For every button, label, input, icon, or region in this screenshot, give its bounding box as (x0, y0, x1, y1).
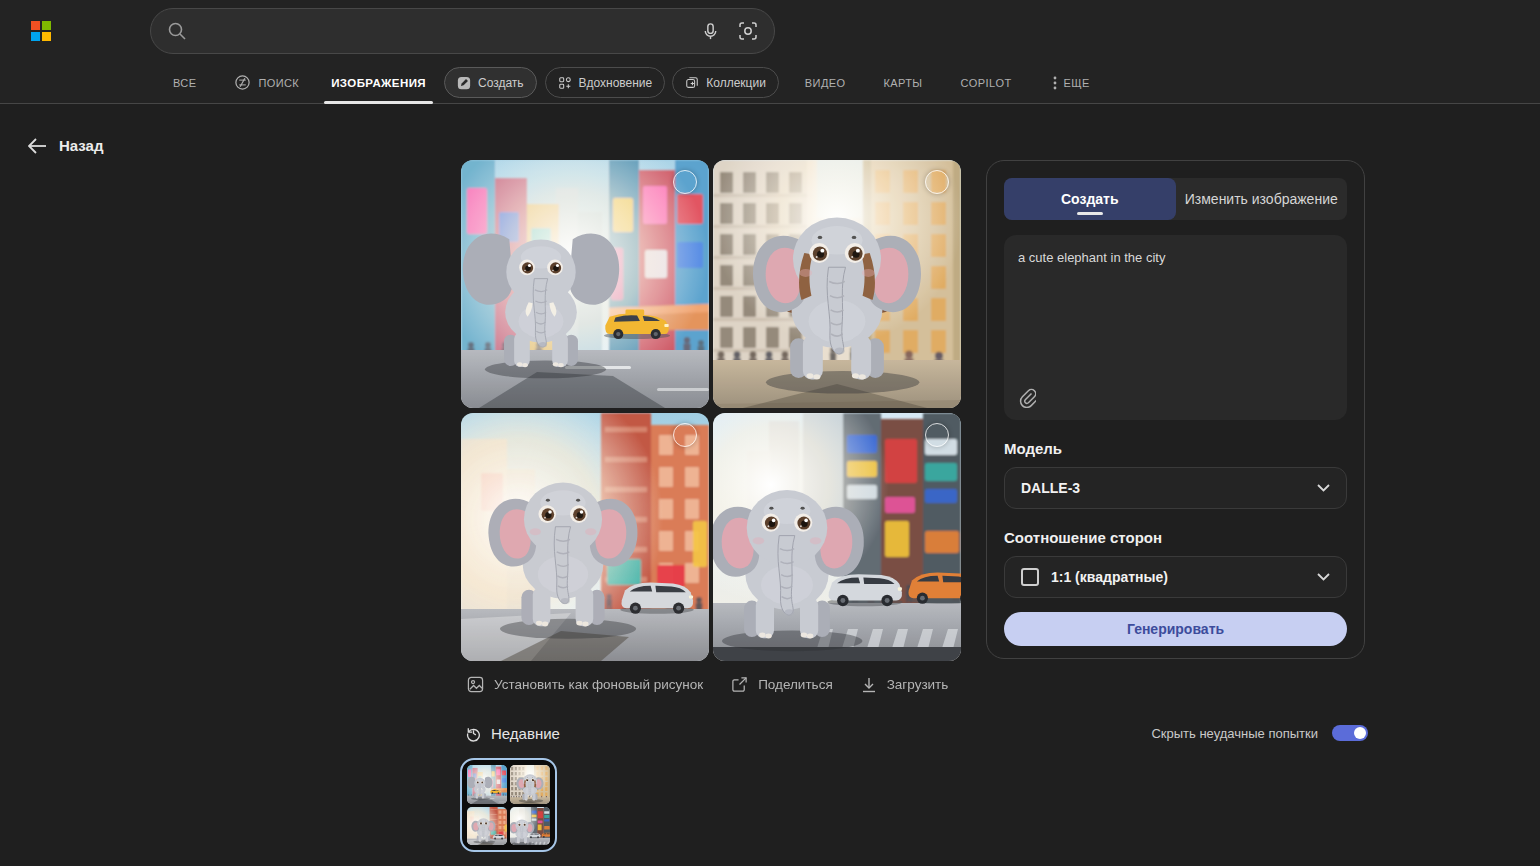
search-input[interactable] (197, 23, 701, 40)
hide-failed-toggle[interactable] (1332, 725, 1368, 741)
nav-images[interactable]: ИЗОБРАЖЕНИЯ (331, 62, 426, 103)
generate-button[interactable]: Генерировать (1004, 612, 1347, 646)
visual-search-icon[interactable] (738, 21, 758, 41)
tab-edit-image[interactable]: Изменить изображение (1176, 178, 1348, 220)
recent-section-header: Недавние (465, 725, 560, 742)
microphone-icon[interactable] (701, 22, 720, 41)
nav-create[interactable]: Создать (444, 67, 537, 98)
aspect-ratio-select[interactable]: 1:1 (квадратные) (1004, 556, 1347, 598)
hide-failed-row: Скрыть неудачные попытки (1151, 725, 1368, 741)
back-button[interactable]: Назад (28, 137, 103, 154)
nav-all[interactable]: ВСЕ (173, 62, 196, 103)
aspect-ratio-label: Соотношение сторон (1004, 529, 1347, 546)
search-icon (167, 21, 187, 41)
generated-image-3[interactable] (461, 413, 709, 661)
nav-collections[interactable]: Коллекции (672, 67, 779, 98)
model-select[interactable]: DALLE-3 (1004, 467, 1347, 509)
select-circle-icon[interactable] (673, 170, 697, 194)
chevron-down-icon (1317, 484, 1330, 492)
microsoft-logo[interactable] (31, 21, 51, 41)
nav-maps[interactable]: КАРТЫ (883, 62, 922, 103)
download-button[interactable]: Загрузить (861, 677, 949, 693)
prompt-text: a cute elephant in the city (1018, 249, 1333, 267)
more-vertical-icon (1053, 76, 1057, 90)
select-circle-icon[interactable] (673, 423, 697, 447)
attachment-icon[interactable] (1018, 388, 1036, 408)
back-label: Назад (59, 137, 103, 154)
search-bar[interactable] (150, 8, 775, 54)
main-nav: ВСЕ ПОИСК ИЗОБРАЖЕНИЯ Создать Вдохновени… (173, 62, 1090, 103)
tab-create[interactable]: Создать (1004, 178, 1176, 220)
history-icon (465, 725, 482, 742)
generated-image-1[interactable] (461, 160, 709, 408)
set-wallpaper-button[interactable]: Установить как фоновый рисунок (467, 676, 703, 693)
nav-more[interactable]: ЕЩЕ (1053, 62, 1090, 103)
select-circle-icon[interactable] (925, 423, 949, 447)
select-circle-icon[interactable] (925, 170, 949, 194)
chevron-down-icon (1317, 573, 1330, 581)
hide-failed-label: Скрыть неудачные попытки (1151, 726, 1318, 741)
create-icon (457, 76, 471, 90)
collections-icon (685, 76, 699, 90)
wallpaper-icon (467, 676, 484, 693)
generated-image-2[interactable] (713, 160, 961, 408)
download-icon (861, 677, 877, 693)
panel-tabs: Создать Изменить изображение (1004, 178, 1347, 220)
nav-inspiration[interactable]: Вдохновение (545, 67, 666, 98)
recent-thumbnail-selected[interactable] (460, 758, 557, 852)
create-panel: Создать Изменить изображение a cute elep… (986, 160, 1365, 659)
inspiration-icon (558, 76, 572, 90)
nav-copilot[interactable]: COPILOT (960, 62, 1011, 103)
top-header: ВСЕ ПОИСК ИЗОБРАЖЕНИЯ Создать Вдохновени… (0, 0, 1540, 104)
share-icon (731, 676, 748, 693)
generated-images-grid (461, 160, 962, 661)
generated-image-4[interactable] (713, 413, 961, 661)
nav-video[interactable]: ВИДЕО (805, 62, 846, 103)
model-label: Модель (1004, 440, 1347, 457)
square-aspect-icon (1021, 568, 1039, 586)
back-arrow-icon (28, 138, 47, 154)
image-actions: Установить как фоновый рисунок Поделитьс… (467, 676, 948, 693)
prompt-textarea[interactable]: a cute elephant in the city (1004, 235, 1347, 420)
share-button[interactable]: Поделиться (731, 676, 833, 693)
nav-search[interactable]: ПОИСК (234, 62, 299, 103)
search-tab-icon (234, 74, 251, 91)
